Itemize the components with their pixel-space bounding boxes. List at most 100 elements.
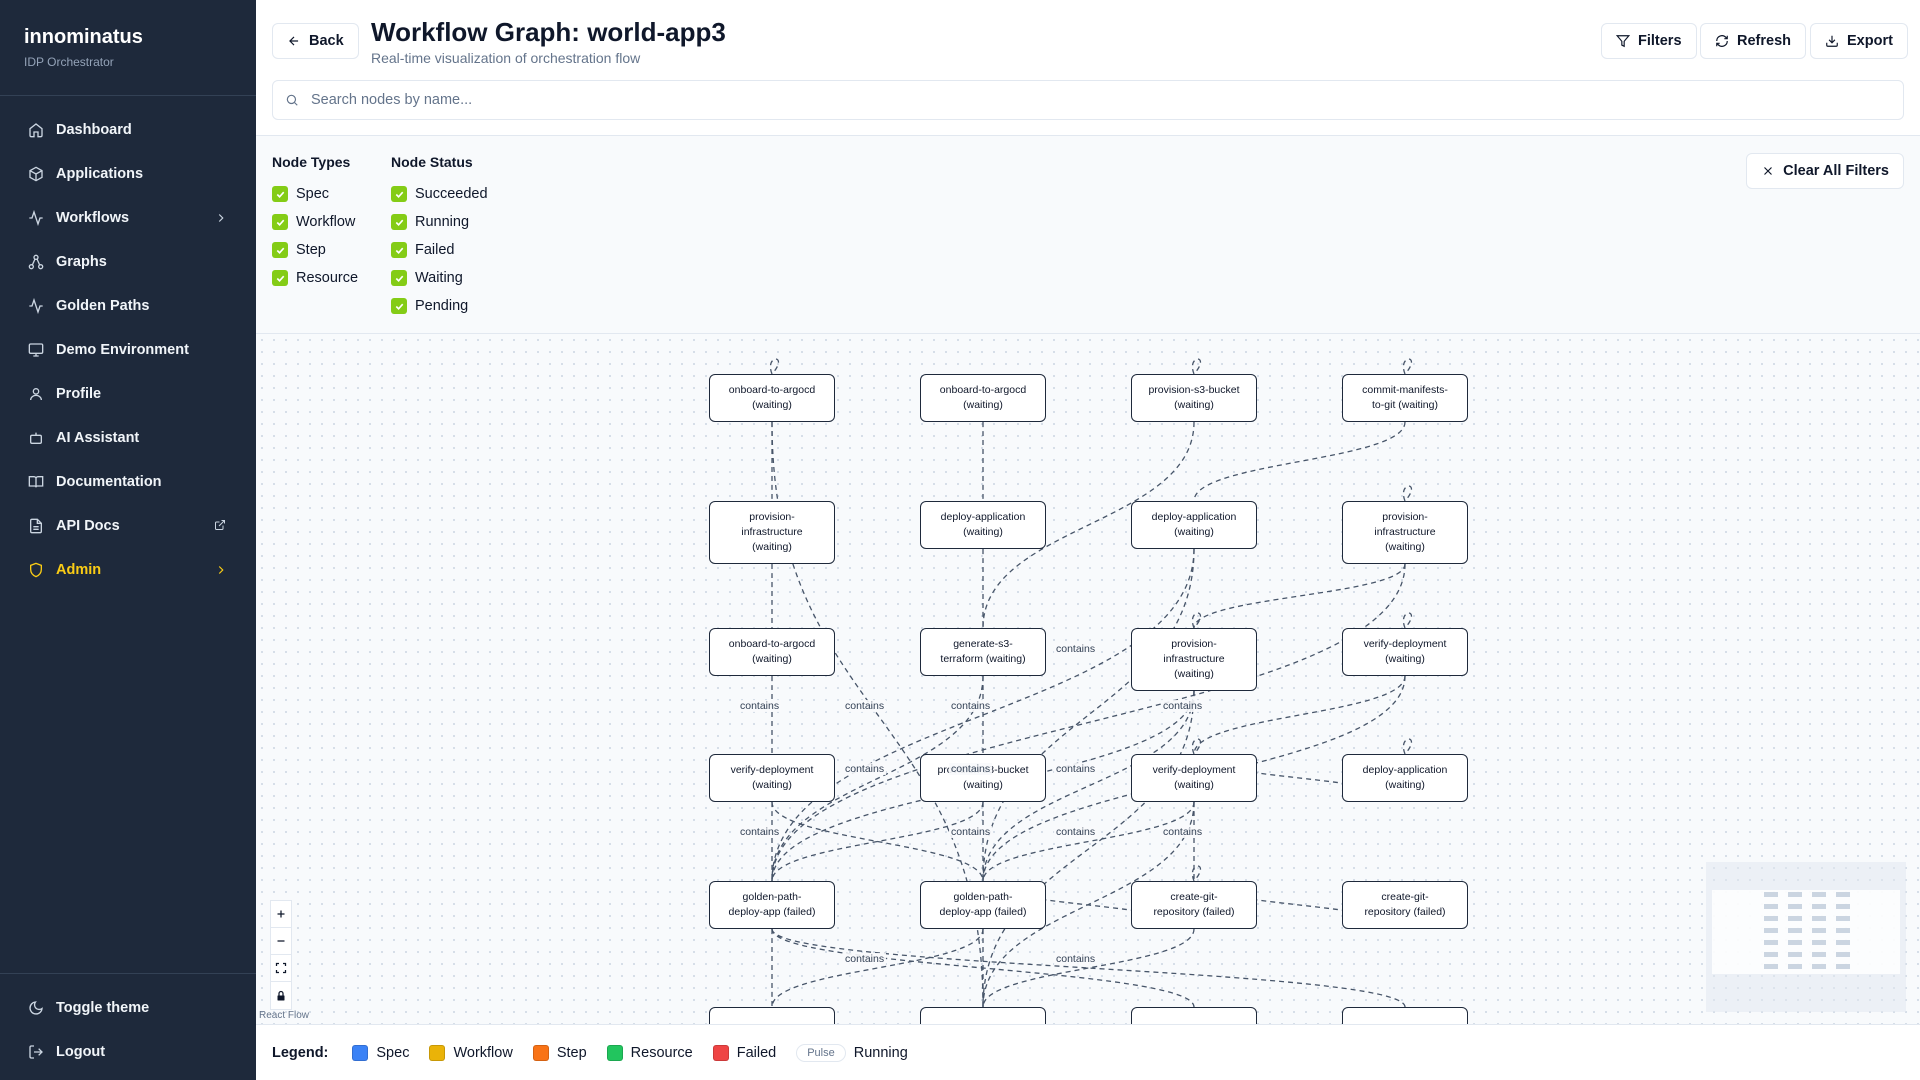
graph-node-text: onboard-to-argocd bbox=[939, 384, 1027, 396]
sidebar-item-documentation[interactable]: Documentation bbox=[0, 460, 256, 504]
search-input[interactable] bbox=[311, 92, 1811, 108]
minimap-node bbox=[1836, 892, 1850, 897]
graph-edge bbox=[1191, 358, 1201, 375]
filter-waiting[interactable]: Waiting bbox=[391, 264, 488, 292]
minimap-node bbox=[1788, 904, 1802, 909]
sidebar-item-workflows[interactable]: Workflows bbox=[0, 196, 256, 240]
graph-node[interactable]: onboard-to-argocd (waiting) bbox=[709, 374, 835, 422]
graph-node[interactable]: commit-manifests-to-git (waiting) bbox=[1342, 374, 1468, 422]
graph-node[interactable]: onboard-to-argocd (waiting) bbox=[709, 628, 835, 676]
arrow-left-icon bbox=[289, 36, 299, 46]
minimap-node bbox=[1788, 952, 1802, 957]
filter-pending[interactable]: Pending bbox=[391, 292, 488, 320]
brand-subtitle: IDP Orchestrator bbox=[24, 55, 114, 69]
graph-node-text: (waiting) bbox=[1174, 526, 1214, 538]
graph-node-label: create-git-repository (failed) bbox=[1153, 890, 1234, 920]
lock-button[interactable] bbox=[271, 982, 291, 1009]
graph-canvas[interactable]: onboard-to-argocd (waiting) onboard-to-arg… bbox=[256, 334, 1920, 1024]
graph-edge bbox=[769, 358, 779, 375]
minimap[interactable] bbox=[1706, 862, 1906, 1012]
zoom-out-button[interactable] bbox=[271, 928, 291, 955]
graph-node-text: to-git (waiting) bbox=[1372, 399, 1438, 411]
graph-node-text: infrastructure bbox=[741, 526, 803, 538]
edge-label: contains bbox=[949, 700, 993, 712]
filter-failed[interactable]: Failed bbox=[391, 236, 488, 264]
refresh-button[interactable]: Refresh bbox=[1700, 23, 1806, 59]
filter-workflow[interactable]: Workflow bbox=[272, 208, 358, 236]
graph-node[interactable]: verify-deployment (waiting) bbox=[1131, 754, 1257, 802]
graph-node[interactable]: verify-deployment (waiting) bbox=[1342, 628, 1468, 676]
sidebar-item-api-docs[interactable]: API Docs bbox=[0, 504, 256, 548]
toggle-theme-button[interactable]: Toggle theme bbox=[0, 986, 256, 1030]
graph-node-text: repository (failed) bbox=[1364, 906, 1446, 918]
graph-node-text: provision- bbox=[749, 511, 795, 523]
graph-node-label: deploy-application (waiting) bbox=[941, 510, 1026, 540]
export-button[interactable]: Export bbox=[1810, 23, 1908, 59]
graph-node-label: provision-infrastructure (waiting) bbox=[741, 510, 802, 555]
zoom-in-button[interactable] bbox=[271, 901, 291, 928]
legend-bar: Legend: Spec Workflow Step Resource Fail… bbox=[256, 1024, 1920, 1080]
graph-node-text: (waiting) bbox=[963, 779, 1003, 791]
filter-spec[interactable]: Spec bbox=[272, 180, 358, 208]
graph-node[interactable]: golden-path-deploy-app (failed) bbox=[709, 881, 835, 929]
graph-node-label: provision-infrastructure (waiting) bbox=[1163, 637, 1224, 682]
shield-icon bbox=[28, 562, 44, 578]
minimap-node bbox=[1788, 892, 1802, 897]
graph-node-text: verify-deployment bbox=[1152, 764, 1236, 776]
graph-node[interactable]: provision-s3-bucket(waiting) bbox=[1131, 374, 1257, 422]
check-icon bbox=[391, 298, 407, 314]
graph-edge bbox=[1402, 358, 1412, 375]
graph-node[interactable]: deploy-application (waiting) bbox=[1131, 501, 1257, 549]
node-status-title: Node Status bbox=[391, 154, 473, 170]
brand: innominatus IDP Orchestrator bbox=[0, 0, 256, 96]
sidebar-item-graphs[interactable]: Graphs bbox=[0, 240, 256, 284]
filter-succeeded[interactable]: Succeeded bbox=[391, 180, 488, 208]
graph-node-label: verify-deployment (waiting) bbox=[731, 763, 814, 793]
check-icon bbox=[391, 214, 407, 230]
minimap-node bbox=[1788, 916, 1802, 921]
graph-node[interactable]: verify-deployment (waiting) bbox=[709, 754, 835, 802]
step-swatch bbox=[532, 1044, 549, 1061]
check-icon bbox=[272, 214, 288, 230]
graph-edge bbox=[1402, 485, 1412, 502]
sidebar-item-golden-paths[interactable]: Golden Paths bbox=[0, 284, 256, 328]
filter-step[interactable]: Step bbox=[272, 236, 358, 264]
sidebar-item-label: Applications bbox=[56, 166, 144, 182]
graph-node[interactable]: golden-path-deploy-app (failed) bbox=[920, 881, 1046, 929]
legend-step: Step bbox=[532, 1044, 587, 1061]
graph-node[interactable]: onboard-to-argocd (waiting) bbox=[920, 374, 1046, 422]
graph-node[interactable]: deploy-application (waiting) bbox=[1342, 754, 1468, 802]
sidebar-item-profile[interactable]: Profile bbox=[0, 372, 256, 416]
graph-node[interactable]: generate-s3- bbox=[1131, 1007, 1257, 1024]
graph-node[interactable]: provision-infrastructure (waiting) bbox=[1131, 628, 1257, 691]
react-flow-attribution[interactable]: React Flow bbox=[259, 1010, 309, 1021]
graph-node[interactable]: create-git-repository (failed) bbox=[1342, 881, 1468, 929]
legend-label: Step bbox=[556, 1044, 587, 1061]
back-button[interactable]: Back bbox=[272, 23, 359, 59]
graph-node[interactable]: create-git- bbox=[1342, 1007, 1468, 1024]
sidebar-item-label: Demo Environment bbox=[56, 342, 189, 358]
sidebar-item-demo-environment[interactable]: Demo Environment bbox=[0, 328, 256, 372]
edge-label: contains bbox=[1054, 763, 1098, 775]
graph-node[interactable]: generate-s3- terraform (waiting) bbox=[920, 628, 1046, 676]
sidebar-item-dashboard[interactable]: Dashboard bbox=[0, 108, 256, 152]
graph-node-text: provision-s3-bucket bbox=[1148, 384, 1240, 396]
graph-node[interactable]: golden-path- bbox=[920, 1007, 1046, 1024]
filter-running[interactable]: Running bbox=[391, 208, 488, 236]
graph-node[interactable]: provision-s3-bucket(waiting) bbox=[920, 754, 1046, 802]
graph-node[interactable]: commit-manifests- bbox=[709, 1007, 835, 1024]
sidebar-item-ai-assistant[interactable]: AI Assistant bbox=[0, 416, 256, 460]
graph-node[interactable]: deploy-application (waiting) bbox=[920, 501, 1046, 549]
graph-node-text: provision- bbox=[1382, 511, 1428, 523]
graph-node[interactable]: provision-infrastructure (waiting) bbox=[709, 501, 835, 564]
graph-node[interactable]: create-git-repository (failed) bbox=[1131, 881, 1257, 929]
graph-node[interactable]: provision-infrastructure (waiting) bbox=[1342, 501, 1468, 564]
clear-filters-button[interactable]: Clear All Filters bbox=[1746, 153, 1904, 189]
sidebar-item-admin[interactable]: Admin bbox=[0, 548, 256, 592]
sidebar-item-applications[interactable]: Applications bbox=[0, 152, 256, 196]
filter-resource[interactable]: Resource bbox=[272, 264, 358, 292]
logout-button[interactable]: Logout bbox=[0, 1030, 256, 1074]
fit-view-button[interactable] bbox=[271, 955, 291, 982]
graph-edge bbox=[1193, 421, 1406, 502]
filters-button[interactable]: Filters bbox=[1601, 23, 1697, 59]
